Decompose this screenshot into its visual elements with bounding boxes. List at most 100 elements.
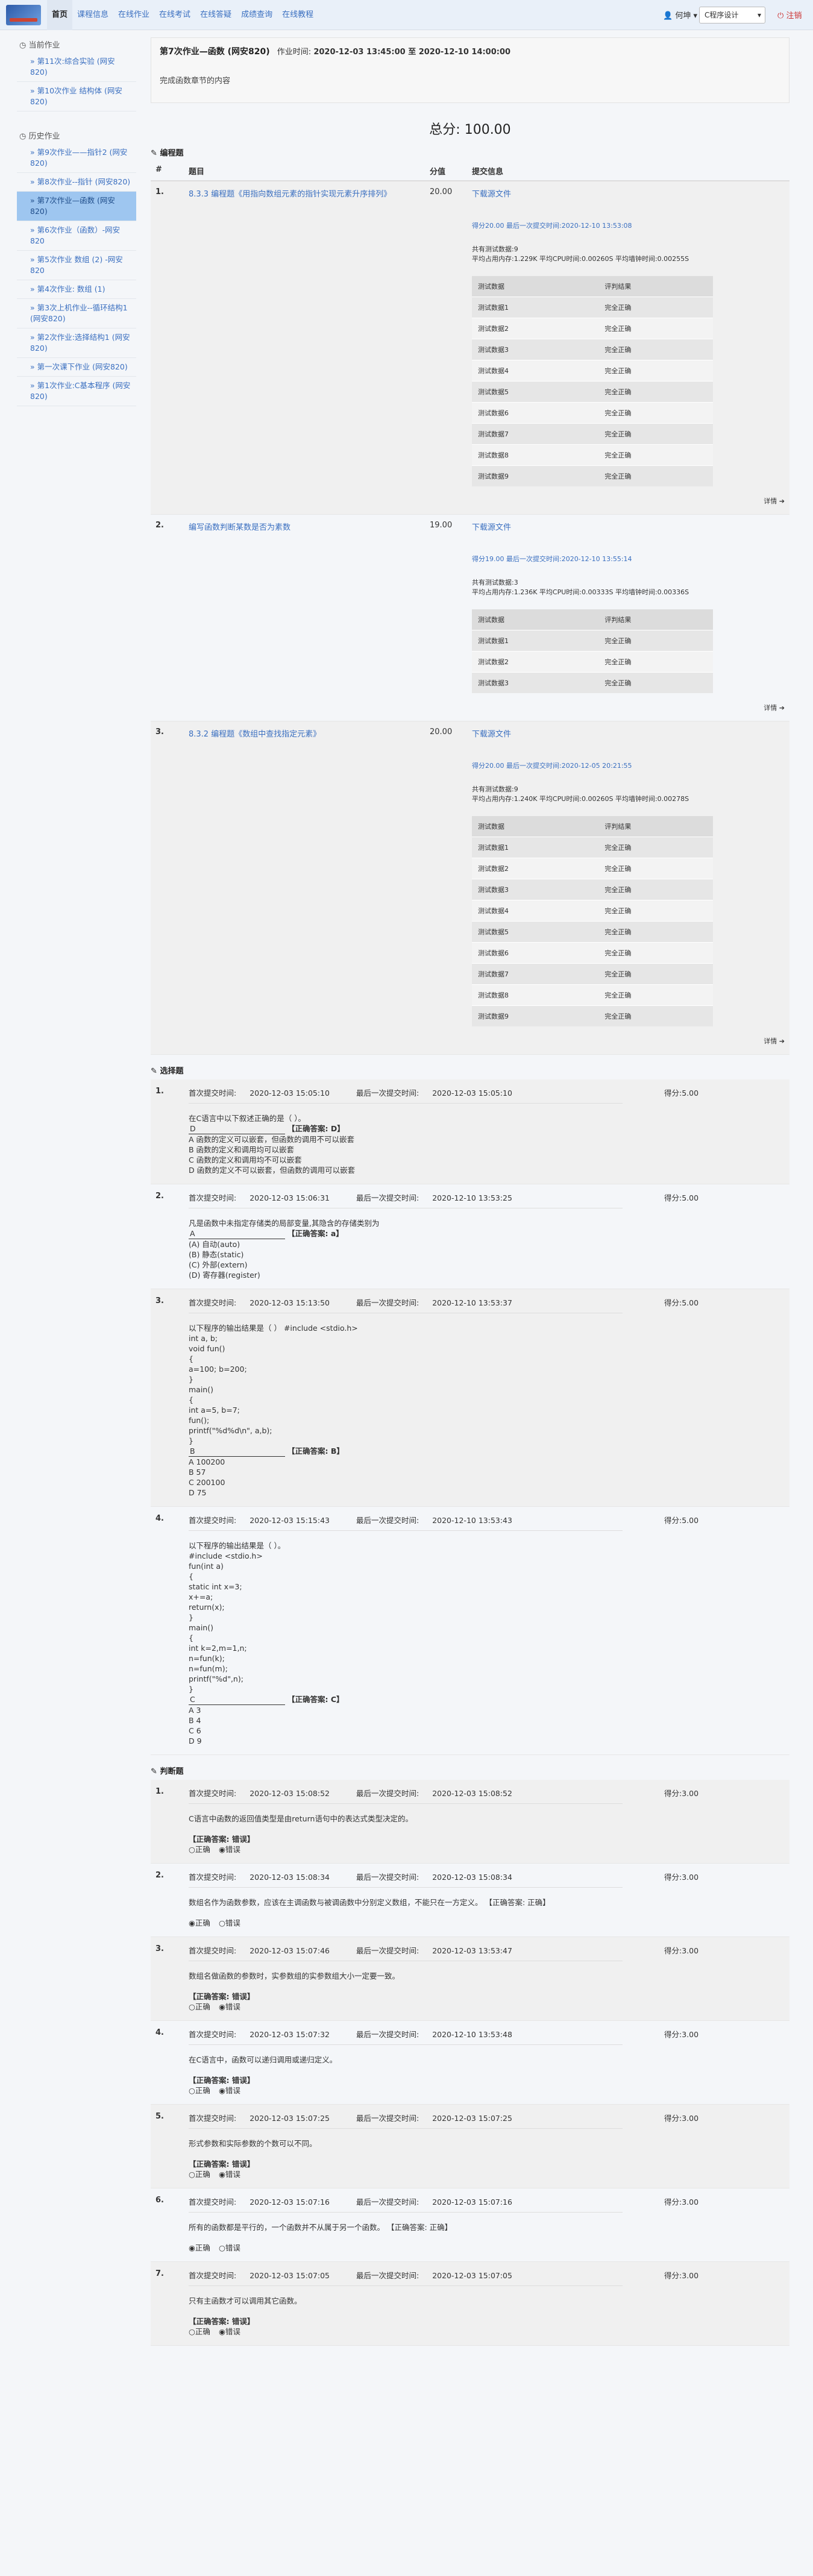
test-header-cell: 测试数据 (472, 609, 599, 630)
test-case-name: 测试数据2 (472, 651, 599, 673)
nav-item[interactable]: 在线答疑 (195, 0, 236, 30)
false-radio[interactable]: ◉错误 (219, 2326, 240, 2337)
problem-number: 3. (155, 727, 164, 737)
radio-icon: ◉ (218, 2002, 225, 2011)
correct-answer: 【正确答案: B】 (287, 1447, 344, 1456)
answer-blank[interactable]: C (189, 1694, 285, 1705)
submission-times: 首次提交时间: 2020-12-03 15:13:50 最后一次提交时间: 2020-… (189, 1296, 623, 1313)
test-case-name: 测试数据3 (472, 339, 599, 360)
sidebar-current-item[interactable]: » 第11次:综合实验 (网安820) (17, 52, 136, 82)
last-submit-label: 最后一次提交时间: (356, 2197, 419, 2207)
score-value: 5.00 (682, 1193, 699, 1202)
logout-link[interactable]: ⏻ 注销 (777, 9, 802, 20)
download-source-link[interactable]: 下载源文件 (472, 727, 785, 739)
caret-down-icon: ▾ (693, 11, 698, 20)
false-radio[interactable]: ○错误 (219, 2243, 240, 2253)
question-text: 以下程序的输出结果是（ ） #include <stdio.h> int a, … (189, 1323, 664, 1498)
true-radio[interactable]: ○正确 (189, 2002, 210, 2012)
sidebar-history-item[interactable]: » 第4次作业: 数组 (1) (17, 280, 136, 299)
first-submit-time: 2020-12-03 15:06:31 (250, 1193, 330, 1202)
sidebar-history-item[interactable]: » 第一次课下作业 (网安820) (17, 358, 136, 377)
arrow-right-circle-icon: ➔ (777, 1037, 785, 1045)
score-value: 3.00 (682, 1789, 699, 1798)
question-text: 数组名做函数的参数时，实参数组的实参数组大小一定要一致。 【正确答案: 错误】 ○正… (189, 1971, 664, 2012)
question-stem: 数组名作为函数参数，应该在主调函数与被调函数中分别定义数组，不能只在一方定义。 … (189, 1898, 550, 1907)
nav-item[interactable]: 在线考试 (154, 0, 195, 30)
test-case-result: 完全正确 (598, 381, 713, 403)
problem-title-link[interactable]: 8.3.2 编程题《数组中查找指定元素》 (189, 727, 430, 1046)
answer-blank[interactable]: B (189, 1446, 285, 1457)
nav-item[interactable]: 首页 (47, 0, 73, 30)
test-case-result: 完全正确 (598, 402, 713, 424)
sidebar-history-item[interactable]: » 第8次作业--指针 (网安820) (17, 173, 136, 192)
homework-title: 第7次作业—函数 (网安820) (160, 47, 270, 57)
question-content: 首次提交时间: 2020-12-03 15:05:10 最后一次提交时间: 2020-… (189, 1087, 664, 1175)
question-number: 3. (155, 1296, 164, 1305)
programming-problem-row: 1. 8.3.3 编程题《用指向数组元素的指针实现元素升序排列》 20.00 下载源文… (151, 181, 789, 515)
sidebar-history-item[interactable]: » 第5次作业 数组 (2) -网安820 (17, 251, 136, 280)
sidebar-history-item[interactable]: » 第3次上机作业--循环结构1 (网安820) (17, 299, 136, 328)
submission-meta: 得分20.00 最后一次提交时间:2020-12-05 20:21:55 (472, 762, 632, 770)
sidebar-history-item[interactable]: » 第2次作业:选择结构1 (网安820) (17, 328, 136, 358)
sidebar-history-item[interactable]: » 第9次作业——指针2 (网安820) (17, 143, 136, 173)
nav-item[interactable]: 成绩查询 (236, 0, 277, 30)
submission-times: 首次提交时间: 2020-12-03 15:07:25 最后一次提交时间: 2020-… (189, 2112, 623, 2129)
true-radio[interactable]: ○正确 (189, 2169, 210, 2179)
test-case-row: 测试数据2 完全正确 (472, 651, 713, 673)
first-submit: 首次提交时间: 2020-12-03 15:08:52 (189, 1789, 343, 1798)
question-options: (A) 自动(auto) (B) 静态(static) (C) 外部(exter… (189, 1240, 260, 1280)
chevron-right-icon: » (30, 303, 37, 312)
sidebar-history-item[interactable]: » 第1次作业:C基本程序 (网安820) (17, 377, 136, 406)
programming-section-title: ✎ 编程题 (151, 146, 789, 158)
radio-label: 错误 (225, 1918, 240, 1927)
nav-item[interactable]: 在线作业 (113, 0, 154, 30)
problem-title-link[interactable]: 8.3.3 编程题《用指向数组元素的指针实现元素升序排列》 (189, 187, 430, 506)
nav-item[interactable]: 课程信息 (72, 0, 113, 30)
radio-icon: ○ (189, 2002, 195, 2011)
arrow-right-circle-icon: ➔ (777, 704, 785, 712)
download-source-link[interactable]: 下载源文件 (472, 521, 785, 532)
detail-link[interactable]: 详情 ➔ (472, 1036, 785, 1046)
detail-link[interactable]: 详情 ➔ (472, 703, 785, 712)
score-value: 3.00 (682, 1946, 699, 1955)
sidebar-history-item[interactable]: » 第7次作业—函数 (网安820) (17, 192, 136, 221)
false-radio[interactable]: ◉错误 (219, 1844, 240, 1855)
problem-title-link[interactable]: 编写函数判断某数是否为素数 (189, 521, 430, 712)
false-radio[interactable]: ◉错误 (219, 2169, 240, 2179)
question-number: 2. (155, 1192, 164, 1201)
download-source-link[interactable]: 下载源文件 (472, 187, 785, 199)
question-score: 得分:3.00 (664, 2028, 785, 2096)
sidebar-history-label: 历史作业 (28, 132, 60, 141)
chevron-right-icon: » (30, 381, 37, 390)
false-radio[interactable]: ◉错误 (219, 2085, 240, 2096)
score-label: 得分: (664, 1946, 682, 1955)
true-radio[interactable]: ○正确 (189, 2085, 210, 2096)
detail-link[interactable]: 详情 ➔ (472, 496, 785, 506)
homework-time: 作业时间: 2020-12-03 13:45:00 至 2020-12-10 1… (277, 48, 510, 57)
question-content: 首次提交时间: 2020-12-03 15:07:32 最后一次提交时间: 2020-… (189, 2028, 664, 2096)
false-radio[interactable]: ◉错误 (219, 2002, 240, 2012)
sidebar-current-item[interactable]: » 第10次作业 结构体 (网安820) (17, 82, 136, 112)
true-radio[interactable]: ○正确 (189, 1844, 210, 1855)
last-submit: 最后一次提交时间: 2020-12-03 15:07:25 (356, 2114, 526, 2123)
test-case-row: 测试数据7 完全正确 (472, 423, 713, 445)
true-radio[interactable]: ◉正确 (189, 1918, 210, 1928)
sidebar-history-item[interactable]: » 第6次作业（函数）-网安820 (17, 221, 136, 251)
question-content: 首次提交时间: 2020-12-03 15:07:05 最后一次提交时间: 2020-… (189, 2269, 664, 2337)
first-submit-label: 首次提交时间: (189, 1789, 237, 1798)
submission-info: 下载源文件 得分19.00 最后一次提交时间:2020-12-10 13:55:1… (472, 521, 785, 712)
radio-label: 正确 (195, 2170, 210, 2179)
true-radio[interactable]: ◉正确 (189, 2243, 210, 2253)
course-select[interactable]: C程序设计 ▾ (699, 7, 765, 24)
true-radio[interactable]: ○正确 (189, 2326, 210, 2337)
submission-times: 首次提交时间: 2020-12-03 15:07:16 最后一次提交时间: 2020-… (189, 2196, 623, 2213)
first-submit-time: 2020-12-03 15:07:46 (250, 1946, 330, 1955)
user-menu[interactable]: 👤 何坤 ▾ (663, 9, 697, 20)
false-radio[interactable]: ○错误 (219, 1918, 240, 1928)
answer-blank[interactable]: D (189, 1123, 285, 1134)
first-submit-time: 2020-12-03 15:07:25 (250, 2114, 330, 2123)
choice-section-label: 选择题 (160, 1067, 184, 1076)
first-submit-label: 首次提交时间: (189, 1193, 237, 1202)
nav-item[interactable]: 在线教程 (277, 0, 318, 30)
answer-blank[interactable]: A (189, 1228, 285, 1239)
